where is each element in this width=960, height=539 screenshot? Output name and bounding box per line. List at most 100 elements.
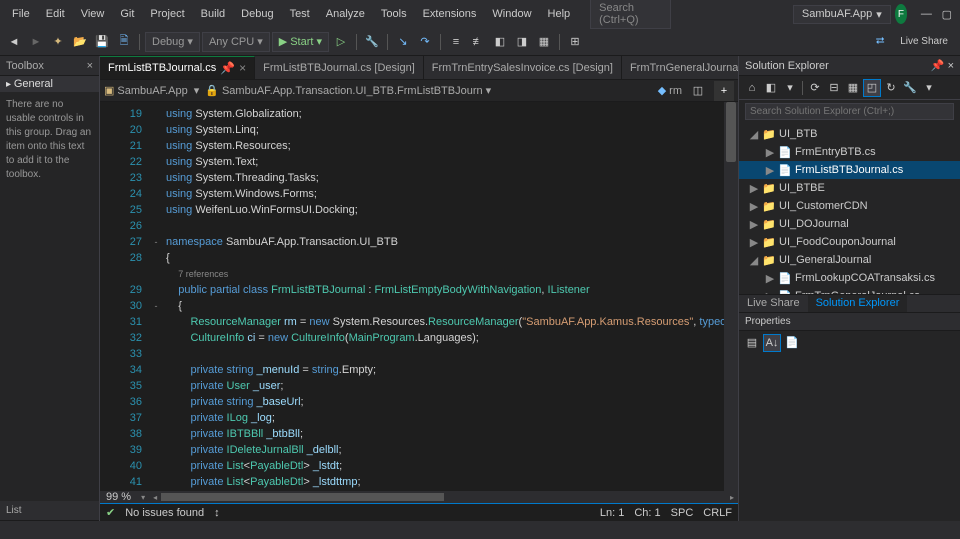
alphabetical-icon[interactable]: A↓ (763, 334, 781, 352)
categorized-icon[interactable]: ▤ (743, 334, 761, 352)
tab-liveshare[interactable]: Live Share (739, 295, 808, 312)
new-project-button[interactable]: ✦ (48, 32, 68, 52)
preview-icon[interactable]: ◰ (863, 79, 881, 97)
quick-search[interactable]: Search (Ctrl+Q) (590, 0, 671, 29)
sync-icon[interactable]: ↕ (214, 507, 220, 519)
solution-search-input[interactable] (745, 103, 954, 120)
pin-icon[interactable]: 📌 (220, 61, 235, 75)
pin-icon[interactable]: 📌 (931, 60, 945, 72)
solution-tree[interactable]: ◢📁UI_BTB▶📄FrmEntryBTB.cs▶📄FrmListBTBJour… (739, 123, 960, 294)
caret-line[interactable]: Ln: 1 (600, 507, 624, 519)
close-icon[interactable]: × (948, 60, 954, 72)
filter-icon[interactable]: ▾ (920, 79, 938, 97)
refresh-icon[interactable]: ↻ (882, 79, 900, 97)
caret-col[interactable]: Ch: 1 (634, 507, 660, 519)
liveshare-icon[interactable]: ⮂ (870, 32, 890, 52)
step-over-icon[interactable]: ↷ (415, 32, 435, 52)
menu-help[interactable]: Help (540, 4, 579, 24)
properties-header: Properties (739, 312, 960, 331)
tree-node[interactable]: ◢📁UI_BTB (739, 125, 960, 143)
issues-status[interactable]: No issues found (125, 507, 204, 519)
toolbox-panel: Toolbox × ▸ General There are no usable … (0, 56, 100, 521)
collapse-all-icon[interactable]: ⊟ (825, 79, 843, 97)
split-view-icon[interactable]: ◫ (688, 81, 708, 101)
menu-extensions[interactable]: Extensions (415, 4, 485, 24)
menu-git[interactable]: Git (112, 4, 142, 24)
vertical-scrollbar[interactable] (724, 102, 738, 491)
sync-icon[interactable]: ⟳ (806, 79, 824, 97)
menu-file[interactable]: File (4, 4, 38, 24)
status-ok-icon: ✔ (106, 506, 115, 519)
minimize-button[interactable]: — (917, 4, 935, 24)
tree-node[interactable]: ◢📁UI_GeneralJournal (739, 251, 960, 269)
property-pages-icon[interactable]: 📄 (783, 334, 801, 352)
maximize-button[interactable]: ▢ (938, 4, 956, 25)
close-icon[interactable]: × (239, 61, 246, 75)
menu-project[interactable]: Project (142, 4, 192, 24)
document-tab[interactable]: FrmListBTBJournal.cs [Design] (255, 56, 424, 79)
menu-test[interactable]: Test (282, 4, 318, 24)
save-button[interactable]: 💾 (92, 32, 112, 52)
liveshare-label[interactable]: Live Share (892, 36, 956, 47)
tree-node[interactable]: ▶📁UI_FoodCouponJournal (739, 233, 960, 251)
tree-node[interactable]: ▶📁UI_DOJournal (739, 215, 960, 233)
document-tab[interactable]: FrmTrnEntrySalesInvoice.cs [Design] (424, 56, 622, 79)
save-all-button[interactable]: 🗎 (114, 32, 134, 52)
step-into-icon[interactable]: ↘ (393, 32, 413, 52)
add-tab-icon[interactable]: + (714, 81, 734, 101)
menu-debug[interactable]: Debug (233, 4, 281, 24)
platform-dropdown[interactable]: Any CPU▾ (202, 32, 270, 52)
toolbox-group[interactable]: ▸ General (0, 76, 99, 92)
tree-node[interactable]: ▶📁UI_CustomerCDN (739, 197, 960, 215)
bookmark-next-icon[interactable]: ◨ (512, 32, 532, 52)
status-bar: ✔ No issues found ↕ Ln: 1 Ch: 1 SPC CRLF (100, 503, 738, 521)
main-toolbar: ◄ ► ✦ 📂 💾 🗎 Debug▾ Any CPU▾ ▶Start▾ ▷ 🔧 … (0, 28, 960, 56)
tree-node[interactable]: ▶📄FrmEntryBTB.cs (739, 143, 960, 161)
home-icon[interactable]: ⌂ (743, 79, 761, 97)
nav-bar: ▣SambuAF.App▾ 🔒SambuAF.App.Transaction.U… (100, 80, 738, 102)
toolbox-empty-message: There are no usable controls in this gro… (0, 92, 99, 188)
menu-edit[interactable]: Edit (38, 4, 73, 24)
extensions-icon[interactable]: ⊞ (565, 32, 585, 52)
nav-member[interactable]: ◆rm (658, 84, 682, 97)
start-no-debug-button[interactable]: ▷ (331, 32, 351, 52)
toolbox-icon[interactable]: 🔧 (362, 32, 382, 52)
nav-type[interactable]: 🔒SambuAF.App.Transaction.UI_BTB.FrmListB… (205, 84, 651, 97)
properties-icon[interactable]: 🔧 (901, 79, 919, 97)
indent-mode[interactable]: SPC (671, 507, 694, 519)
uncomment-icon[interactable]: ≢ (468, 32, 488, 52)
document-tab[interactable]: FrmListBTBJournal.cs📌× (100, 56, 255, 79)
nav-back-button[interactable]: ◄ (4, 32, 24, 52)
tree-node[interactable]: ▶📁UI_BTBE (739, 179, 960, 197)
open-button[interactable]: 📂 (70, 32, 90, 52)
menu-view[interactable]: View (73, 4, 113, 24)
menu-tools[interactable]: Tools (373, 4, 415, 24)
horizontal-scrollbar[interactable]: 99 % ▾◂▸ (100, 491, 738, 503)
comment-icon[interactable]: ≡ (446, 32, 466, 52)
switch-views-icon[interactable]: ◧ (762, 79, 780, 97)
zoom-level[interactable]: 99 % (100, 491, 137, 503)
start-button[interactable]: ▶Start▾ (272, 32, 329, 52)
pending-changes-icon[interactable]: ▾ (781, 79, 799, 97)
editor-area: FrmListBTBJournal.cs📌×FrmListBTBJournal.… (100, 56, 738, 521)
code-editor[interactable]: 1920212223242526272829303132333435363738… (100, 102, 738, 491)
menu-window[interactable]: Window (484, 4, 539, 24)
user-avatar[interactable]: F (895, 4, 907, 24)
menu-analyze[interactable]: Analyze (318, 4, 373, 24)
tree-node[interactable]: ▶📄FrmListBTBJournal.cs (739, 161, 960, 179)
menu-bar: FileEditViewGitProjectBuildDebugTestAnal… (0, 0, 960, 28)
tree-node[interactable]: ▶📄FrmLookupCOATransaksi.cs (739, 269, 960, 287)
eol-mode[interactable]: CRLF (703, 507, 732, 519)
bookmark-icon[interactable]: ◧ (490, 32, 510, 52)
startup-project-selector[interactable]: SambuAF.App ▾ (793, 5, 891, 24)
close-icon[interactable]: × (87, 60, 93, 72)
nav-forward-button[interactable]: ► (26, 32, 46, 52)
solution-bottom-tabs: Live Share Solution Explorer (739, 294, 960, 312)
show-all-icon[interactable]: ▦ (844, 79, 862, 97)
config-dropdown[interactable]: Debug▾ (145, 32, 200, 52)
toolbox-footer: List (0, 501, 99, 521)
nav-project[interactable]: ▣SambuAF.App▾ (104, 84, 199, 97)
menu-build[interactable]: Build (193, 4, 233, 24)
format-icon[interactable]: ▦ (534, 32, 554, 52)
tab-solution-explorer[interactable]: Solution Explorer (808, 295, 908, 312)
